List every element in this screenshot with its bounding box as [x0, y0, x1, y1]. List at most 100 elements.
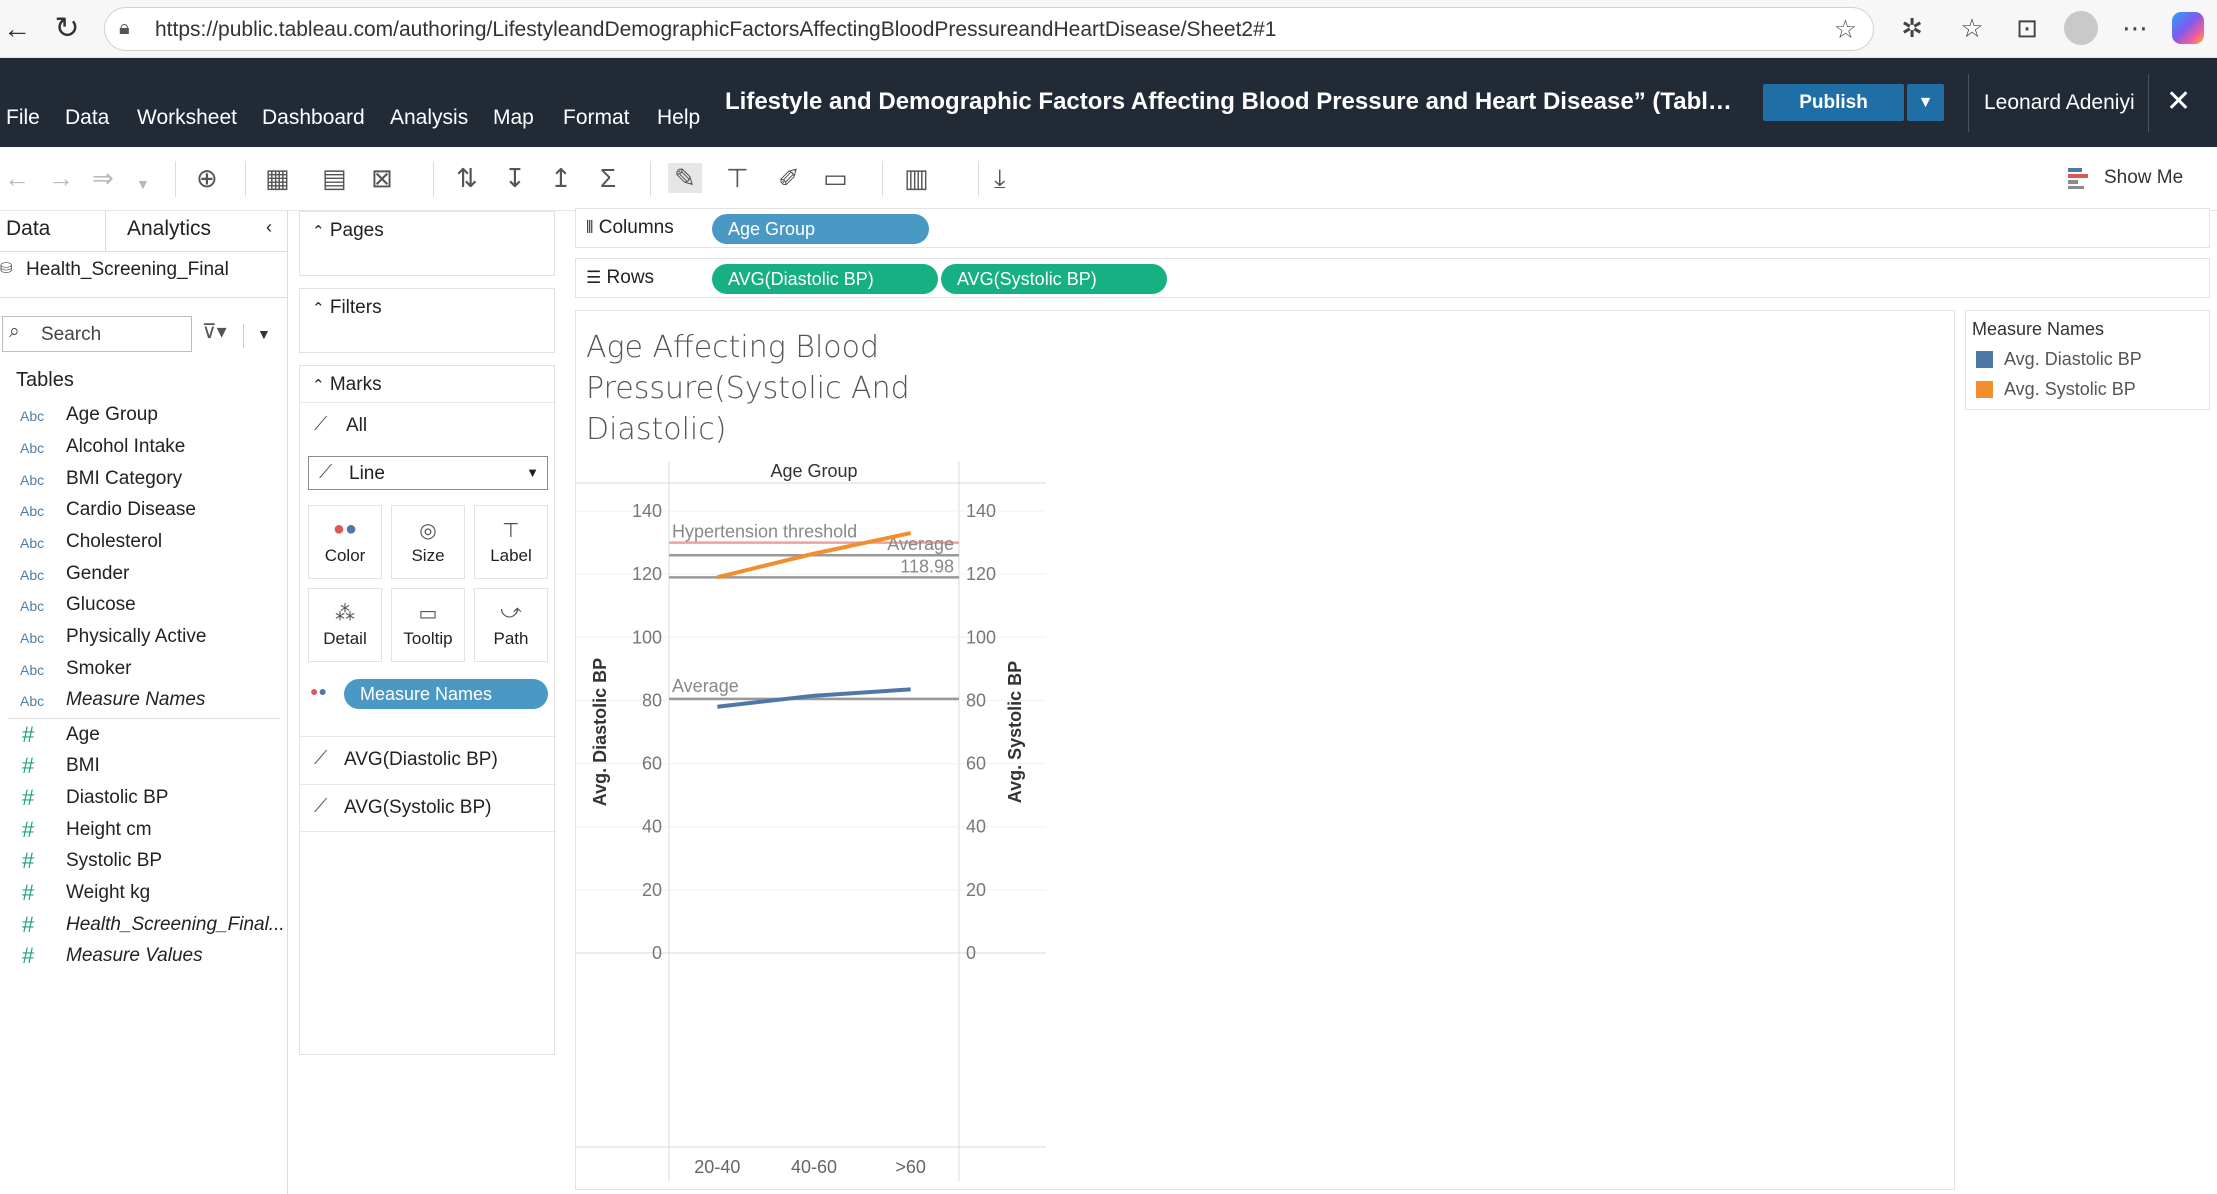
copilot-icon[interactable]: [2172, 12, 2204, 44]
menu-analysis[interactable]: Analysis: [390, 106, 468, 130]
field-item[interactable]: # Weight kg: [0, 879, 288, 911]
toolbar-separator: [882, 161, 883, 197]
age-group-pill[interactable]: Age Group: [712, 214, 929, 244]
measure-names-color-pill[interactable]: Measure Names: [344, 679, 548, 709]
y-tick-label-right: 100: [966, 627, 996, 647]
y-tick-label-right: 80: [966, 690, 986, 710]
redo-icon[interactable]: →: [48, 163, 74, 193]
y-tick-label-right: 20: [966, 880, 986, 900]
sort-ascending-icon[interactable]: ↧: [504, 163, 526, 193]
menu-dashboard[interactable]: Dashboard: [262, 106, 365, 130]
publish-button[interactable]: Publish: [1763, 84, 1904, 121]
menu-file[interactable]: File: [6, 106, 40, 130]
highlight-icon[interactable]: ✎: [668, 163, 702, 193]
reload-icon[interactable]: ↻: [50, 12, 84, 46]
menu-data[interactable]: Data: [65, 106, 109, 130]
dimension-type-icon: Abc: [20, 440, 45, 456]
replay-icon[interactable]: ⇒: [92, 163, 114, 193]
size-label: Size: [411, 546, 445, 565]
fit-icon[interactable]: ▭: [823, 163, 848, 193]
more-icon[interactable]: ⋯: [2118, 12, 2152, 44]
menu-map[interactable]: Map: [493, 106, 534, 130]
menu-worksheet[interactable]: Worksheet: [137, 106, 237, 130]
filters-title: ⌃ Filters: [312, 297, 382, 318]
field-item[interactable]: Abc Smoker: [0, 655, 288, 687]
screenshot-icon[interactable]: ⊡: [2010, 12, 2044, 44]
field-item[interactable]: Abc Measure Names: [0, 686, 288, 718]
field-item[interactable]: # Diastolic BP: [0, 784, 288, 816]
marks-layer-systolic[interactable]: ⟋ AVG(Systolic BP): [300, 784, 556, 832]
duplicate-sheet-icon[interactable]: ▤: [322, 163, 347, 193]
show-cards-icon[interactable]: ▥: [904, 163, 929, 193]
labels-icon[interactable]: ⊤: [726, 163, 749, 193]
replay-dropdown-icon[interactable]: ▼: [136, 169, 150, 199]
pages-card[interactable]: ⌃ Pages: [299, 211, 555, 276]
tooltip-button[interactable]: ▭ Tooltip: [391, 588, 465, 662]
tab-analytics[interactable]: Analytics: [127, 217, 211, 241]
close-icon[interactable]: ✕: [2166, 84, 2191, 119]
rows-shelf[interactable]: ☰ Rows AVG(Diastolic BP) AVG(Systolic BP…: [575, 258, 2210, 298]
systolic-pill[interactable]: AVG(Systolic BP): [941, 264, 1167, 294]
color-button[interactable]: ●● Color: [308, 505, 382, 579]
tables-heading: Tables: [16, 369, 74, 391]
field-item[interactable]: # Systolic BP: [0, 847, 288, 879]
menu-format[interactable]: Format: [563, 106, 630, 130]
measure-type-icon: #: [22, 753, 35, 778]
columns-shelf[interactable]: ⦀ Columns Age Group: [575, 208, 2210, 248]
field-item[interactable]: Abc Alcohol Intake: [0, 433, 288, 465]
swap-rows-columns-icon[interactable]: ⇅: [456, 163, 478, 193]
path-icon: ⤻: [500, 601, 522, 623]
field-item[interactable]: Abc BMI Category: [0, 465, 288, 497]
undo-icon[interactable]: ←: [4, 163, 30, 193]
field-item[interactable]: # Measure Values: [0, 942, 288, 974]
workbook-title[interactable]: Lifestyle and Demographic Factors Affect…: [725, 88, 1732, 116]
format-workbook-icon[interactable]: ✐: [778, 163, 800, 193]
mark-type-select[interactable]: ⟋ Line ▼: [308, 456, 548, 490]
clear-sheet-icon[interactable]: ⊠: [371, 163, 393, 193]
favorites-icon[interactable]: ☆: [1955, 12, 1989, 44]
totals-icon[interactable]: Σ: [600, 163, 616, 193]
search-input[interactable]: ⌕ Search: [2, 316, 192, 352]
url-text[interactable]: https://public.tableau.com/authoring/Lif…: [155, 18, 1276, 42]
user-name[interactable]: Leonard Adeniyi: [1984, 91, 2135, 115]
detail-button[interactable]: ⁂ Detail: [308, 588, 382, 662]
diastolic-pill[interactable]: AVG(Diastolic BP): [712, 264, 938, 294]
field-item[interactable]: Abc Gender: [0, 560, 288, 592]
download-icon[interactable]: ⤓: [994, 163, 1006, 193]
view-options-icon[interactable]: ▼: [257, 326, 271, 342]
filter-icon[interactable]: ⊽▾: [202, 319, 227, 344]
marks-layer-diastolic[interactable]: ⟋ AVG(Diastolic BP): [300, 736, 556, 784]
path-button[interactable]: ⤻ Path: [474, 588, 548, 662]
show-me-button[interactable]: Show Me: [2104, 167, 2183, 189]
field-item[interactable]: # BMI: [0, 752, 288, 784]
field-item[interactable]: Abc Physically Active: [0, 623, 288, 655]
profile-avatar[interactable]: [2064, 11, 2098, 45]
filters-card[interactable]: ⌃ Filters: [299, 288, 555, 353]
extensions-icon[interactable]: ✲: [1895, 12, 1929, 44]
y-axis-title-left: Avg. Diastolic BP: [590, 658, 610, 806]
field-item[interactable]: # Height cm: [0, 816, 288, 848]
address-bar[interactable]: 🔒︎ https://public.tableau.com/authoring/…: [104, 7, 1874, 51]
dimension-type-icon: Abc: [20, 598, 45, 614]
new-datasource-icon[interactable]: ⊕: [196, 163, 218, 193]
menu-help[interactable]: Help: [657, 106, 700, 130]
field-item[interactable]: Abc Cholesterol: [0, 528, 288, 560]
marks-all-row[interactable]: ⟋ All: [300, 402, 556, 448]
tab-data[interactable]: Data: [6, 217, 50, 241]
size-button[interactable]: ◎ Size: [391, 505, 465, 579]
field-item[interactable]: Abc Age Group: [0, 401, 288, 433]
back-icon[interactable]: ←: [0, 12, 34, 46]
label-button[interactable]: ⊤ Label: [474, 505, 548, 579]
field-item[interactable]: Abc Glucose: [0, 591, 288, 623]
collapse-pane-icon[interactable]: ‹: [266, 217, 272, 238]
field-item[interactable]: # Health_Screening_Final...: [0, 911, 288, 943]
legend-swatch: [1976, 351, 1993, 368]
publish-dropdown-icon[interactable]: ▼: [1907, 84, 1944, 121]
field-item[interactable]: # Age: [0, 721, 288, 753]
new-worksheet-icon[interactable]: ▦: [265, 163, 290, 193]
favorite-star-icon[interactable]: ☆: [1834, 14, 1857, 45]
sort-descending-icon[interactable]: ↥: [550, 163, 572, 193]
show-me-icon[interactable]: [2068, 167, 2088, 189]
field-item[interactable]: Abc Cardio Disease: [0, 496, 288, 528]
filters-label: Filters: [329, 297, 382, 318]
